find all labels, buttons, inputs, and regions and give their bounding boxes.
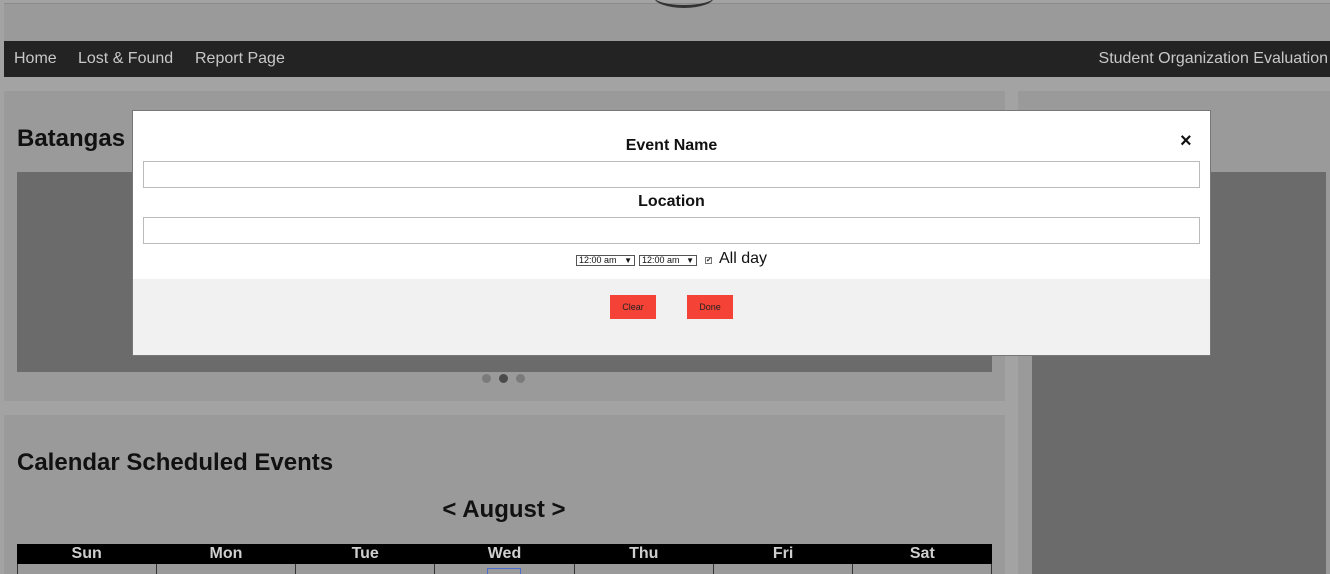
slider-dot[interactable] xyxy=(482,374,491,383)
nav-report-link[interactable]: Report Page xyxy=(195,50,285,68)
start-time-value: 12:00 am xyxy=(579,255,617,265)
end-time-value: 12:00 am xyxy=(642,255,680,265)
weekday-label: Fri xyxy=(772,545,794,562)
weekday-label: Tue xyxy=(351,545,379,562)
modal-footer: Clear Done xyxy=(133,279,1210,355)
close-icon[interactable]: × xyxy=(1180,130,1192,153)
calendar-cell[interactable] xyxy=(18,564,158,574)
calendar-cell[interactable] xyxy=(435,564,575,574)
logo xyxy=(654,0,714,8)
event-name-label: Event Name xyxy=(625,137,718,154)
slider-dot[interactable] xyxy=(516,374,525,383)
weekday-label: Sun xyxy=(71,545,102,562)
slider-dot[interactable] xyxy=(499,374,508,383)
location-input[interactable] xyxy=(143,217,1200,244)
top-header xyxy=(4,3,1330,41)
calendar-weekday-header: Sun Mon Tue Wed Thu Fri Sat xyxy=(17,544,992,564)
calendar-cell[interactable] xyxy=(157,564,297,574)
calendar-grid xyxy=(17,564,992,574)
slider-title: Batangas xyxy=(17,125,126,152)
calendar-title: Calendar Scheduled Events xyxy=(17,449,334,476)
done-button[interactable]: Done xyxy=(687,295,733,319)
nav-evaluation-link[interactable]: Student Organization Evaluation xyxy=(1099,50,1328,68)
end-time-select[interactable]: 12:00 am ▼ xyxy=(639,255,697,266)
chevron-down-icon: ▼ xyxy=(686,256,694,265)
weekday-label: Wed xyxy=(487,545,522,562)
event-name-input[interactable] xyxy=(143,161,1200,188)
calendar-cell[interactable] xyxy=(714,564,853,574)
location-label: Location xyxy=(638,193,705,210)
month-navigator[interactable]: < August > xyxy=(0,496,1008,524)
all-day-label: All day xyxy=(719,250,768,267)
chevron-down-icon: ▼ xyxy=(624,256,632,265)
calendar-cell[interactable] xyxy=(575,564,714,574)
weekday-label: Sat xyxy=(909,545,935,562)
all-day-checkbox[interactable]: ✔ xyxy=(705,257,712,264)
weekday-label: Mon xyxy=(209,545,243,562)
clear-button[interactable]: Clear xyxy=(610,295,656,319)
calendar-cell[interactable] xyxy=(296,564,436,574)
navbar: Home Lost & Found Report Page Student Or… xyxy=(4,41,1330,77)
weekday-label: Thu xyxy=(629,545,659,562)
nav-lost-found-link[interactable]: Lost & Found xyxy=(78,50,173,68)
event-modal: Event Name × Location 12:00 am ▼ 12:00 am… xyxy=(132,110,1211,356)
calendar-cell[interactable] xyxy=(853,564,992,574)
start-time-select[interactable]: 12:00 am ▼ xyxy=(576,255,635,266)
today-marker xyxy=(487,568,522,574)
nav-home-link[interactable]: Home xyxy=(14,50,57,68)
